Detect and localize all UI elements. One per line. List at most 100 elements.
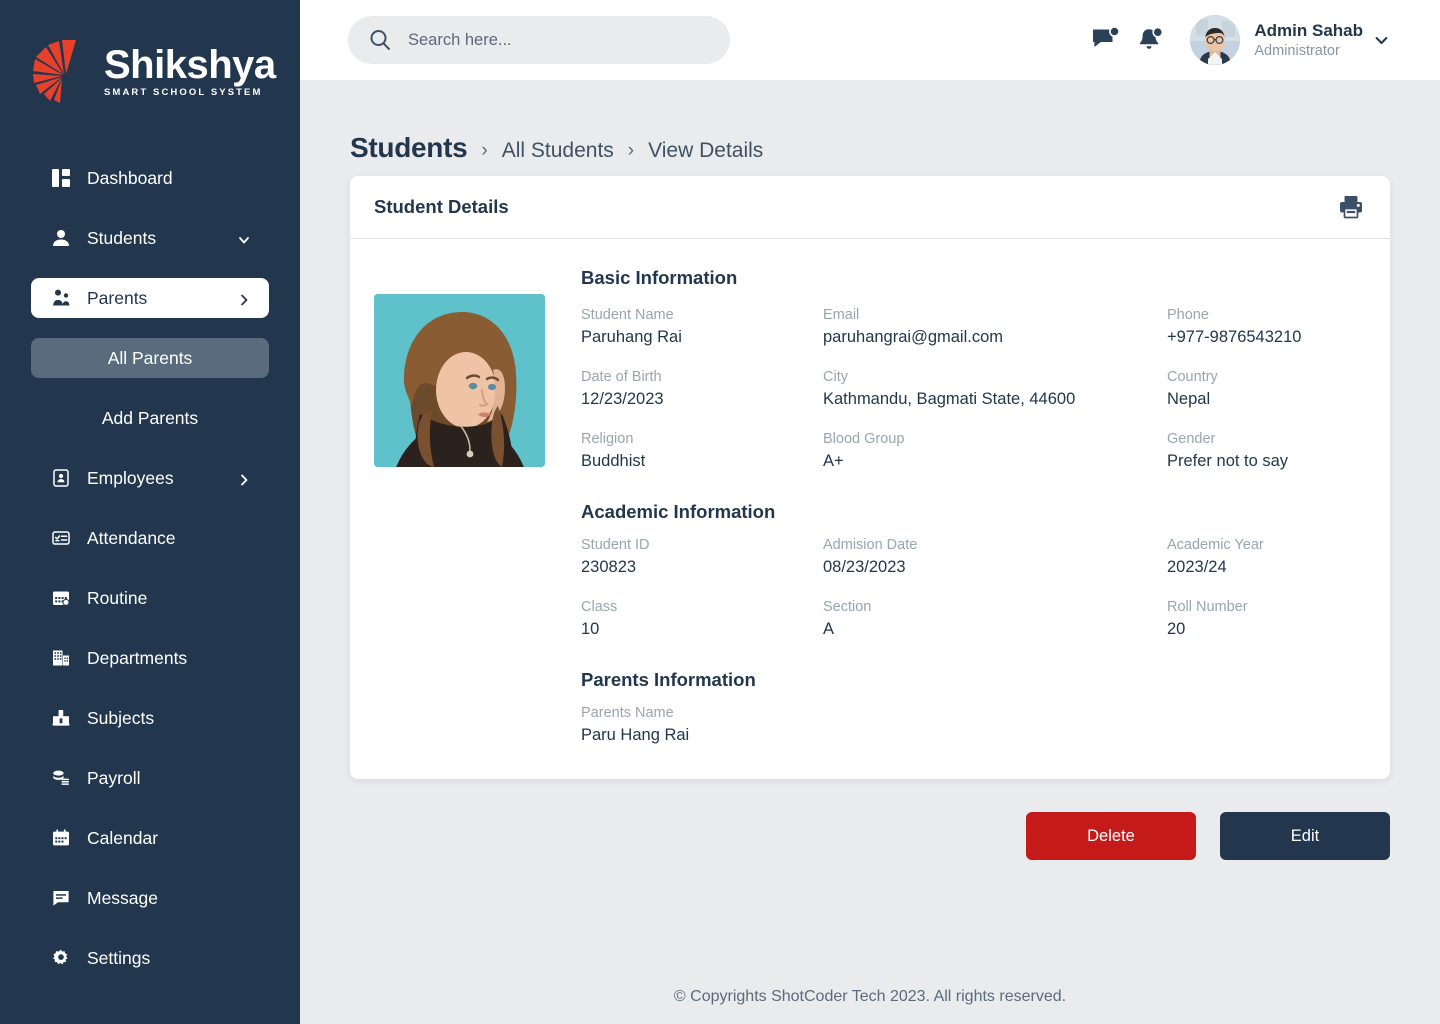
pinwheel-logo-icon — [32, 38, 94, 104]
student-details-card: Student Details Basic Information Studen… — [350, 176, 1390, 779]
section-title-academic: Academic Information — [581, 501, 776, 522]
sidebar-subitem-label: All Parents — [107, 347, 193, 368]
breadcrumb-current: Students — [350, 132, 468, 163]
brand-logo[interactable]: Shikshya SMART SCHOOL SYSTEM — [0, 0, 300, 116]
footer-copyright: © Copyrights ShotCoder Tech 2023. All ri… — [673, 988, 1067, 1005]
card-body: Basic Information Student Name Paruhang … — [350, 239, 1390, 779]
field-label: Parents Name — [581, 705, 674, 721]
field-academic-year: Academic Year 2023/24 — [1167, 537, 1366, 577]
field-phone: Phone +977-9876543210 — [1167, 307, 1366, 347]
calendar-clock-icon — [50, 587, 72, 609]
sidebar-item-routine[interactable]: Routine — [31, 578, 269, 618]
field-parents-name: Parents Name Paru Hang Rai — [581, 705, 823, 745]
chat-icon — [50, 887, 72, 909]
sidebar-item-subjects[interactable]: Subjects — [31, 698, 269, 738]
chevron-right-icon: › — [627, 140, 635, 161]
field-value: Kathmandu, Bagmati State, 44600 — [823, 390, 1076, 408]
gear-icon — [50, 947, 72, 969]
chevron-right-icon: › — [481, 140, 488, 161]
field-label: Admision Date — [823, 537, 918, 553]
sidebar-item-label: Dashboard — [87, 167, 173, 188]
field-value: Nepal — [1167, 390, 1211, 408]
field-admission-date: Admision Date 08/23/2023 — [823, 537, 1167, 577]
sidebar-subitem-add-parents[interactable]: Add Parents — [31, 398, 269, 438]
field-value: Paruhang Rai — [581, 328, 682, 346]
field-blood-group: Blood Group A+ — [823, 431, 1167, 471]
sidebar-item-label: Students — [87, 227, 157, 248]
section-title-parents: Parents Information — [581, 669, 756, 690]
parents-information-grid: Parents Name Paru Hang Rai — [581, 705, 1366, 745]
student-photo — [374, 294, 545, 467]
user-info[interactable]: Admin Sahab Administrator — [1254, 20, 1363, 60]
sidebar-item-attendance[interactable]: Attendance — [31, 518, 269, 558]
field-label: Country — [1167, 369, 1218, 385]
search-icon — [368, 28, 392, 52]
field-value: paruhangrai@gmail.com — [823, 328, 1004, 346]
academic-information-grid: Student ID 230823 Admision Date 08/23/20… — [581, 537, 1366, 639]
chevron-right-icon[interactable] — [237, 291, 251, 306]
sidebar-item-label: Message — [87, 887, 159, 908]
breadcrumb-link-all-students[interactable]: All Students — [502, 139, 614, 163]
field-value: 230823 — [581, 558, 637, 576]
topbar: Admin Sahab Administrator — [300, 0, 1440, 80]
field-label: Date of Birth — [581, 369, 662, 385]
user-role: Administrator — [1254, 43, 1340, 60]
brand-tagline: SMART SCHOOL SYSTEM — [104, 87, 263, 98]
sidebar-item-employees[interactable]: Employees — [31, 458, 269, 498]
basic-information-grid: Student Name Paruhang Rai Email paruhang… — [581, 307, 1366, 471]
printer-icon[interactable] — [1338, 194, 1364, 220]
field-value: 20 — [1167, 620, 1186, 638]
chevron-down-icon[interactable] — [237, 231, 251, 245]
checklist-icon — [50, 527, 72, 549]
field-country: Country Nepal — [1167, 369, 1366, 409]
sidebar-item-students[interactable]: Students — [31, 218, 269, 258]
field-value: 2023/24 — [1167, 558, 1227, 576]
content-area: Students › All Students › View Details S… — [300, 80, 1440, 1024]
field-email: Email paruhangrai@gmail.com — [823, 307, 1167, 347]
card-header: Student Details — [350, 176, 1390, 239]
grid-icon — [50, 167, 72, 189]
sidebar-item-dashboard[interactable]: Dashboard — [31, 158, 269, 198]
field-label: Phone — [1167, 307, 1209, 323]
breadcrumb-link-view-details[interactable]: View Details — [648, 139, 763, 163]
field-label: Blood Group — [823, 431, 905, 447]
sidebar-item-calendar[interactable]: Calendar — [31, 818, 269, 858]
sidebar-item-label: Settings — [87, 947, 151, 968]
sidebar-item-message[interactable]: Message — [31, 878, 269, 918]
sidebar-item-settings[interactable]: Settings — [31, 938, 269, 978]
bell-badge-icon[interactable] — [1128, 18, 1172, 62]
field-student-id: Student ID 230823 — [581, 537, 823, 577]
avatar[interactable] — [1190, 15, 1241, 65]
building-icon — [50, 647, 72, 669]
message-badge-icon[interactable] — [1084, 18, 1128, 62]
sidebar-item-label: Employees — [87, 467, 174, 488]
sidebar-item-label: Attendance — [87, 527, 176, 548]
sidebar-item-parents[interactable]: Parents — [31, 278, 269, 318]
field-roll-number: Roll Number 20 — [1167, 599, 1366, 639]
sidebar-item-label: Subjects — [87, 707, 155, 728]
sidebar-nav: Dashboard Students Parents All Parents A… — [0, 158, 300, 978]
search-input[interactable] — [408, 30, 688, 50]
sidebar: Shikshya SMART SCHOOL SYSTEM Dashboard S… — [0, 0, 300, 1024]
field-label: Student ID — [581, 537, 650, 553]
user-name: Admin Sahab — [1254, 20, 1363, 40]
field-city: City Kathmandu, Bagmati State, 44600 — [823, 369, 1167, 409]
field-label: Section — [823, 599, 872, 615]
sidebar-item-departments[interactable]: Departments — [31, 638, 269, 678]
fields-column: Basic Information Student Name Paruhang … — [581, 267, 1366, 745]
sidebar-item-payroll[interactable]: Payroll — [31, 758, 269, 798]
field-value: 12/23/2023 — [581, 390, 664, 408]
user-icon — [50, 227, 72, 249]
money-icon — [50, 767, 72, 789]
edit-button[interactable]: Edit — [1220, 812, 1390, 860]
chevron-right-icon[interactable] — [237, 471, 251, 486]
delete-button[interactable]: Delete — [1026, 812, 1196, 860]
sidebar-subitem-all-parents[interactable]: All Parents — [31, 338, 269, 378]
field-value: Paru Hang Rai — [581, 726, 690, 744]
field-label: Student Name — [581, 307, 674, 323]
section-title-basic: Basic Information — [581, 267, 738, 288]
search-box[interactable] — [348, 16, 730, 64]
chevron-down-icon[interactable] — [1373, 32, 1390, 49]
field-date-of-birth: Date of Birth 12/23/2023 — [581, 369, 823, 409]
sidebar-item-label: Calendar — [87, 827, 159, 848]
